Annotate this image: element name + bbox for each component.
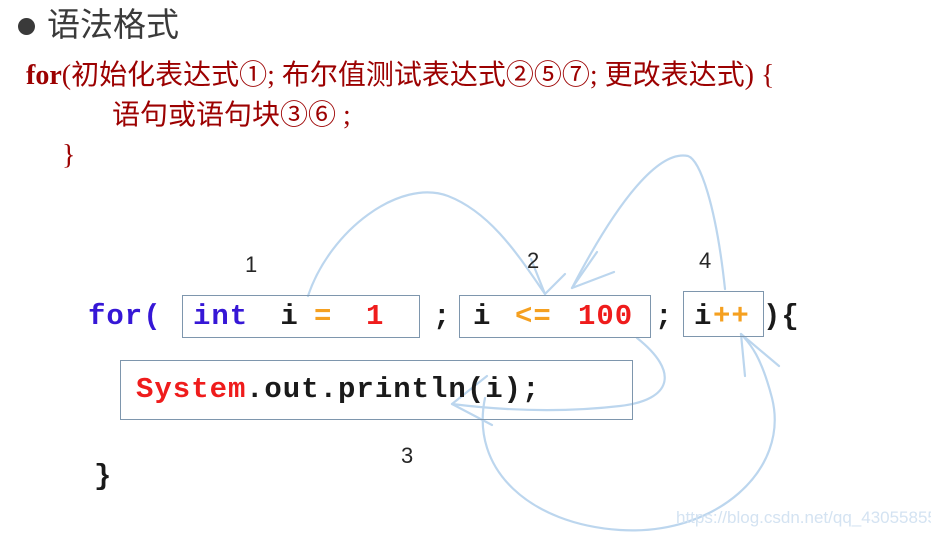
code-close-brace: } (94, 460, 113, 493)
watermark: https://blog.csdn.net/qq_43055855 (676, 508, 931, 527)
code-init-var: i (262, 300, 318, 333)
step-label-1: 1 (245, 252, 258, 277)
code-update-var: i (694, 300, 713, 333)
code-open-brace: ){ (763, 300, 800, 333)
code-init-value: 1 (366, 300, 385, 333)
code-body-rest: .out.println(i); (246, 373, 541, 406)
flow-arrows (306, 154, 781, 532)
code-init-type: int (193, 300, 249, 333)
step-label-3: 3 (401, 443, 414, 468)
step-label-4: 4 (699, 248, 712, 273)
code-condition-value: 100 (578, 300, 634, 333)
code-update-operator: ++ (713, 300, 750, 333)
arrow-update-to-condition-head (570, 250, 616, 290)
step-label-2: 2 (527, 248, 540, 273)
arrow-init-to-condition-path (306, 191, 547, 298)
code-condition-var: i (473, 300, 510, 333)
code-separator-2: ; (655, 300, 674, 333)
code-figure: 1 2 4 3 for( int i = 1 ; i <= 100 ; i ++… (0, 0, 931, 538)
code-body-class: System (136, 373, 247, 406)
code-condition-operator: <= (515, 300, 571, 333)
slide-canvas: 语法格式 for(初始化表达式①; 布尔值测试表达式②⑤⑦; 更改表达式) { … (0, 0, 931, 538)
code-init-operator: = (314, 300, 351, 333)
arrow-body-to-update-head (739, 332, 781, 378)
code-separator-1: ; (433, 300, 452, 333)
code-for-keyword: for( (88, 300, 162, 333)
